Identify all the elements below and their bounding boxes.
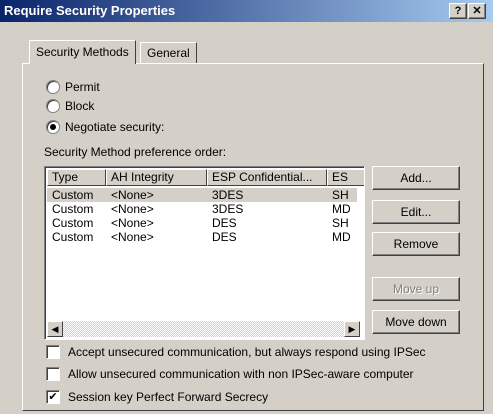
cell-type: Custom <box>52 216 94 230</box>
tab-general[interactable]: General <box>140 42 197 63</box>
column-esp-confidentiality[interactable]: ESP Confidential... <box>207 169 327 186</box>
table-row[interactable]: Custom <None> 3DES MD <box>47 202 357 216</box>
column-type[interactable]: Type <box>47 169 106 186</box>
remove-button[interactable]: Remove <box>372 232 460 256</box>
pfs-checkbox[interactable]: ✔ Session key Perfect Forward Secrecy <box>46 390 268 404</box>
allow-unsecured-label: Allow unsecured communication with non I… <box>68 367 414 381</box>
radio-circle <box>46 80 60 94</box>
radio-permit[interactable]: Permit <box>46 80 100 94</box>
security-methods-list[interactable]: Type AH Integrity ESP Confidential... ES… <box>44 166 365 340</box>
cell-esp-int: SH <box>332 216 349 230</box>
add-button[interactable]: Add... <box>372 166 460 190</box>
table-row[interactable]: Custom <None> DES MD <box>47 230 357 244</box>
move-up-button[interactable]: Move up <box>372 277 460 301</box>
cell-ah: <None> <box>111 188 154 202</box>
cell-esp-conf: 3DES <box>212 188 244 202</box>
cell-type: Custom <box>52 230 94 244</box>
list-header: Type AH Integrity ESP Confidential... ES <box>47 169 364 186</box>
cell-ah: <None> <box>111 202 154 216</box>
radio-negotiate-label: Negotiate security: <box>65 120 165 134</box>
move-down-button[interactable]: Move down <box>372 310 460 334</box>
title-bar: Require Security Properties ? ✕ <box>0 0 493 22</box>
cell-type: Custom <box>52 188 94 202</box>
window-title: Require Security Properties <box>4 3 176 18</box>
table-row[interactable]: Custom <None> DES SH <box>47 216 357 230</box>
horizontal-scrollbar[interactable]: ◀ ▶ <box>47 321 360 337</box>
radio-circle <box>46 120 60 134</box>
edit-button[interactable]: Edit... <box>372 200 460 224</box>
preference-order-label: Security Method preference order: <box>44 145 227 159</box>
cell-type: Custom <box>52 202 94 216</box>
radio-permit-label: Permit <box>65 80 100 94</box>
table-row[interactable]: Custom <None> 3DES SH <box>47 188 357 202</box>
cell-esp-int: MD <box>332 230 351 244</box>
help-button[interactable]: ? <box>449 3 467 19</box>
radio-negotiate-security[interactable]: Negotiate security: <box>46 120 164 134</box>
radio-block[interactable]: Block <box>46 99 94 113</box>
cell-esp-conf: DES <box>212 216 237 230</box>
tab-security-methods[interactable]: Security Methods <box>29 40 136 64</box>
accept-unsecured-label: Accept unsecured communication, but alwa… <box>68 345 426 359</box>
cell-esp-conf: 3DES <box>212 202 244 216</box>
radio-circle <box>46 99 60 113</box>
radio-block-label: Block <box>65 99 95 113</box>
scroll-left-icon[interactable]: ◀ <box>47 321 63 337</box>
cell-ah: <None> <box>111 230 154 244</box>
checkbox-box <box>46 345 60 359</box>
check-mark-icon: ✔ <box>46 390 60 404</box>
allow-unsecured-checkbox[interactable]: Allow unsecured communication with non I… <box>46 367 414 381</box>
cell-ah: <None> <box>111 216 154 230</box>
column-ah-integrity[interactable]: AH Integrity <box>106 169 207 186</box>
cell-esp-int: SH <box>332 188 349 202</box>
accept-unsecured-checkbox[interactable]: Accept unsecured communication, but alwa… <box>46 345 426 359</box>
scroll-right-icon[interactable]: ▶ <box>344 321 360 337</box>
cell-esp-conf: DES <box>212 230 237 244</box>
close-button[interactable]: ✕ <box>468 3 486 19</box>
checkbox-box <box>46 367 60 381</box>
pfs-label: Session key Perfect Forward Secrecy <box>68 390 269 404</box>
cell-esp-int: MD <box>332 202 351 216</box>
column-esp-integrity[interactable]: ES <box>327 169 364 186</box>
